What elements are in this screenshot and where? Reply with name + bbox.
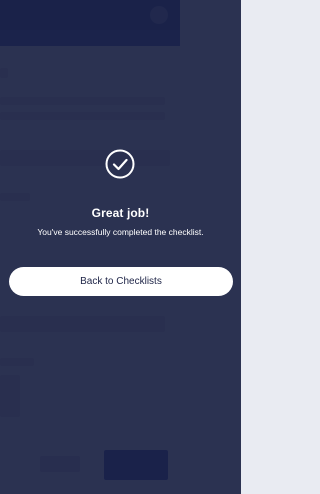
success-message: You've successfully completed the checkl… [37,227,204,237]
success-overlay: Great job! You've successfully completed… [0,0,241,494]
success-title: Great job! [91,206,150,220]
back-to-checklists-button[interactable]: Back to Checklists [9,267,233,296]
checkmark-circle-icon [104,148,136,180]
